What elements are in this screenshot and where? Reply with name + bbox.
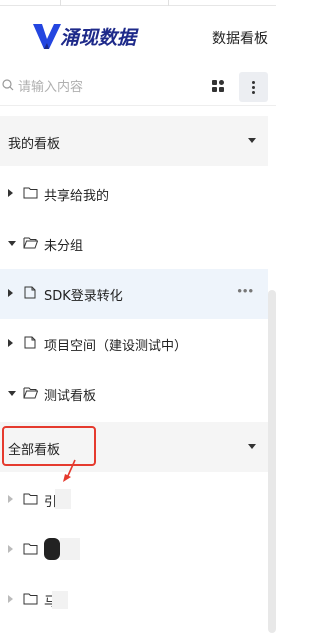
more-horizontal-icon[interactable]: ••• [237, 283, 254, 298]
page-title: 数据看板 [212, 31, 268, 47]
redaction [60, 538, 80, 560]
annotation-highlight-box [2, 426, 96, 466]
group-label: 我的看板 [8, 137, 61, 152]
folder-open-icon [23, 237, 38, 249]
collapse-arrow-icon[interactable] [8, 241, 16, 246]
tree-item-shared[interactable]: 共享给我的 [0, 169, 268, 219]
tree-item-ungrouped[interactable]: 未分组 [0, 219, 268, 269]
tree-item-label: SDK登录转化 [44, 289, 123, 304]
group-my-boards[interactable]: 我的看板 [0, 116, 268, 166]
expand-arrow-icon[interactable] [8, 545, 13, 553]
tree-item-label: 项目空间（建设测试中） [44, 339, 188, 354]
tree-item-all-1[interactable]: 引 [0, 475, 268, 525]
folder-icon [23, 493, 38, 505]
redaction [44, 538, 60, 560]
folder-icon [23, 187, 38, 199]
document-icon [24, 336, 36, 349]
tree-item-all-3[interactable]: 马 [0, 575, 268, 625]
brand-logo-text: 涌现数据 [60, 26, 137, 49]
tree-item-all-2[interactable] [0, 525, 268, 575]
redaction [52, 591, 68, 609]
expand-arrow-icon[interactable] [8, 339, 13, 347]
search-bar [0, 70, 276, 106]
grid-icon[interactable] [210, 78, 226, 94]
expand-arrow-icon[interactable] [8, 189, 13, 197]
more-vertical-icon[interactable] [239, 72, 268, 102]
caret-down-icon[interactable] [248, 138, 256, 143]
tree-item-label: 共享给我的 [44, 189, 110, 204]
scrollbar[interactable] [268, 290, 276, 633]
folder-open-icon [23, 387, 38, 399]
search-input[interactable] [18, 76, 188, 98]
brand-logo[interactable]: 涌现数据 [32, 18, 136, 54]
tree-item-project-space[interactable]: 项目空间（建设测试中） [0, 319, 268, 369]
collapse-arrow-icon[interactable] [8, 391, 16, 396]
folder-icon [23, 593, 38, 605]
logo-v-icon [33, 24, 61, 49]
annotation-arrow-icon [63, 459, 76, 482]
redaction [55, 489, 71, 509]
expand-arrow-icon[interactable] [8, 495, 13, 503]
app-header: 涌现数据 数据看板 [0, 6, 276, 64]
tree-item-sdk-login[interactable]: SDK登录转化 ••• [0, 269, 268, 319]
document-icon [24, 286, 36, 299]
search-icon [2, 79, 14, 91]
tree-item-label: 未分组 [44, 239, 84, 254]
expand-arrow-icon[interactable] [8, 289, 13, 297]
tree-item-test-board[interactable]: 测试看板 [0, 369, 268, 419]
tree-item-label: 测试看板 [44, 389, 97, 404]
expand-arrow-icon[interactable] [8, 595, 13, 603]
caret-down-icon[interactable] [248, 444, 256, 449]
folder-icon [23, 543, 38, 555]
